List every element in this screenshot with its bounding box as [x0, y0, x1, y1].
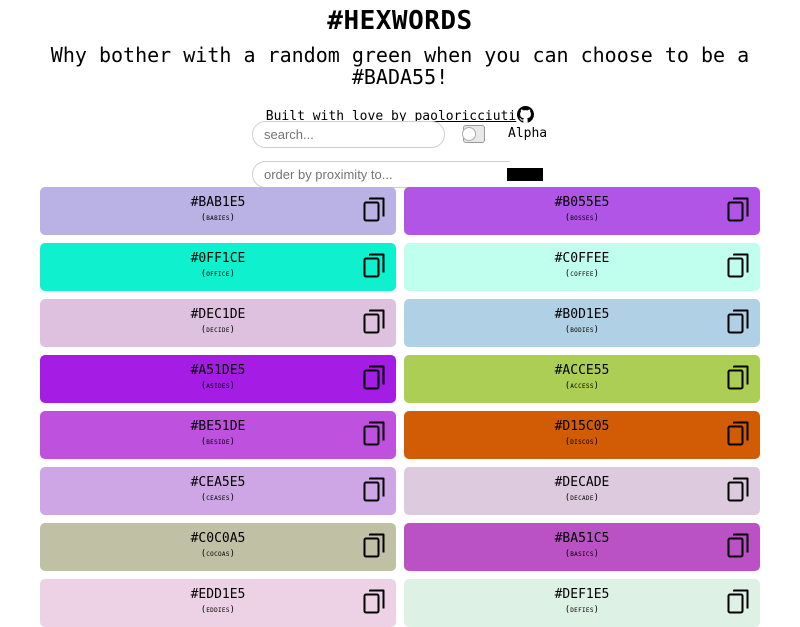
hex-word: (beside) — [200, 437, 236, 447]
copy-icon[interactable] — [363, 477, 387, 503]
hexword-card: #DECADE (decade) — [404, 467, 760, 515]
hexword-card: #C0FFEE (coffee) — [404, 243, 760, 291]
hex-word: (discos) — [564, 437, 600, 447]
hex-word: (access) — [564, 381, 600, 391]
hex-word: (basics) — [564, 549, 600, 559]
toggle-knob — [462, 127, 476, 141]
copy-icon[interactable] — [363, 365, 387, 391]
color-picker-swatch[interactable] — [507, 168, 543, 181]
hexword-grid: #BAB1E5 (babies) #B055E5 (bosses) #0FF1CE (of… — [40, 187, 760, 627]
hex-word: (decide) — [200, 325, 236, 335]
hex-word: (bodies) — [564, 325, 600, 335]
hex-code: #C0FFEE — [554, 251, 610, 266]
hex-word: (cocoas) — [200, 549, 236, 559]
hexword-card: #BAB1E5 (babies) — [40, 187, 396, 235]
copy-icon[interactable] — [727, 421, 751, 447]
hexword-card: #DEF1E5 (defies) — [404, 579, 760, 627]
page-subtitle: Why bother with a random green when you … — [50, 43, 750, 89]
copy-icon[interactable] — [727, 589, 751, 615]
copy-icon[interactable] — [363, 589, 387, 615]
hex-code: #ACCE55 — [554, 363, 610, 378]
hex-word: (decade) — [564, 493, 600, 503]
page-title: #HEXWORDS — [327, 6, 473, 36]
hex-word: (ceases) — [200, 493, 236, 503]
hexword-card: #DEC1DE (decide) — [40, 299, 396, 347]
alpha-label: Alpha — [508, 126, 548, 141]
hexword-card: #EDD1E5 (eddies) — [40, 579, 396, 627]
hexword-card: #A51DE5 (asides) — [40, 355, 396, 403]
order-by-proximity-input[interactable] — [252, 161, 510, 188]
hex-code: #BE51DE — [190, 419, 246, 434]
copy-icon[interactable] — [727, 309, 751, 335]
hex-word: (bosses) — [564, 213, 600, 223]
hexword-card: #CEA5E5 (ceases) — [40, 467, 396, 515]
hex-code: #D15C05 — [554, 419, 610, 434]
hex-code: #BA51C5 — [554, 531, 610, 546]
hexword-card: #C0C0A5 (cocoas) — [40, 523, 396, 571]
hexword-card: #B055E5 (bosses) — [404, 187, 760, 235]
hex-word: (eddies) — [200, 605, 236, 615]
copy-icon[interactable] — [363, 533, 387, 559]
hexword-card: #B0D1E5 (bodies) — [404, 299, 760, 347]
copy-icon[interactable] — [363, 421, 387, 447]
hex-code: #DEC1DE — [190, 307, 246, 322]
hexword-card: #BA51C5 (basics) — [404, 523, 760, 571]
copy-icon[interactable] — [727, 533, 751, 559]
hex-code: #B055E5 — [554, 195, 610, 210]
copy-icon[interactable] — [363, 197, 387, 223]
copy-icon[interactable] — [727, 365, 751, 391]
copy-icon[interactable] — [727, 477, 751, 503]
search-input[interactable] — [252, 121, 445, 148]
hex-word: (babies) — [200, 213, 236, 223]
hexword-card: #BE51DE (beside) — [40, 411, 396, 459]
hex-word: (office) — [200, 269, 236, 279]
hexword-card: #D15C05 (discos) — [404, 411, 760, 459]
hex-code: #BAB1E5 — [190, 195, 246, 210]
alpha-toggle[interactable] — [462, 125, 485, 143]
github-icon[interactable] — [517, 106, 535, 127]
hex-code: #B0D1E5 — [554, 307, 610, 322]
hex-code: #0FF1CE — [190, 251, 246, 266]
copy-icon[interactable] — [727, 197, 751, 223]
hex-code: #A51DE5 — [190, 363, 246, 378]
copy-icon[interactable] — [363, 309, 387, 335]
copy-icon[interactable] — [363, 253, 387, 279]
hex-code: #C0C0A5 — [190, 531, 246, 546]
copy-icon[interactable] — [727, 253, 751, 279]
hexword-card: #0FF1CE (office) — [40, 243, 396, 291]
hex-code: #DECADE — [554, 475, 610, 490]
hexword-card: #ACCE55 (access) — [404, 355, 760, 403]
hex-word: (defies) — [564, 605, 600, 615]
hex-code: #CEA5E5 — [190, 475, 246, 490]
hex-word: (coffee) — [564, 269, 600, 279]
hex-word: (asides) — [200, 381, 236, 391]
